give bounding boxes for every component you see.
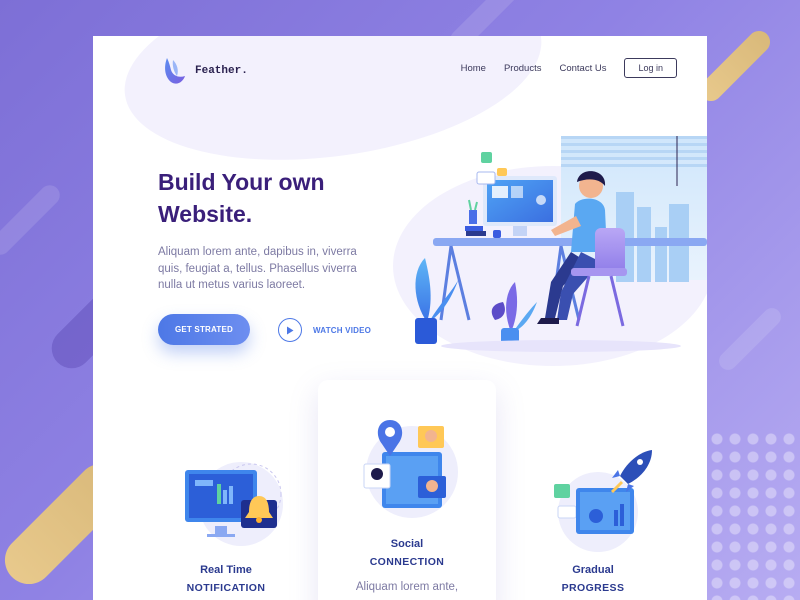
landing-page: Feather. Home Products Contact Us Log in…: [93, 36, 707, 600]
hero-title-line2: Website.: [158, 201, 253, 227]
feature-description: Aliquam lorem ante,: [355, 581, 459, 593]
hero-description: Aliquam lorem ante, dapibus in, viverra …: [158, 246, 357, 291]
brand-name: Feather.: [195, 65, 248, 77]
nav-contact[interactable]: Contact Us: [559, 63, 606, 74]
nav-home[interactable]: Home: [461, 63, 486, 74]
feather-logo-icon: [165, 58, 185, 84]
feature-title: Gradual: [572, 564, 614, 576]
bg-dot-grid: [708, 430, 800, 600]
watch-video-link[interactable]: WATCH VIDEO: [278, 318, 371, 342]
feature-subtitle: PROGRESS: [561, 582, 625, 594]
hero-title-line1: Build Your own: [158, 169, 325, 195]
monitor-bell-icon: [185, 462, 283, 546]
bg-gold-stick: [695, 26, 775, 106]
feature-card-social[interactable]: Social CONNECTION Aliquam lorem ante,: [318, 380, 496, 600]
brand-logo[interactable]: Feather.: [161, 56, 248, 86]
play-icon: [278, 318, 302, 342]
feature-title: Real Time: [200, 564, 252, 576]
rocket-chart-icon: [554, 450, 652, 552]
bg-light-pill: [0, 181, 64, 259]
location-people-icon: [363, 420, 458, 518]
feature-title: Social: [390, 538, 424, 550]
bg-light-pill: [715, 304, 785, 374]
login-button[interactable]: Log in: [624, 58, 677, 78]
feature-notification: Real Time NOTIFICATION: [151, 456, 301, 597]
feature-subtitle: CONNECTION: [369, 556, 445, 568]
feature-progress: Gradual PROGRESS: [518, 448, 668, 597]
feature-social: Social CONNECTION Aliquam lorem ante,: [332, 412, 482, 593]
workspace-illustration: [415, 136, 707, 352]
nav-products[interactable]: Products: [504, 63, 542, 74]
main-nav: Home Products Contact Us Log in: [461, 58, 677, 78]
feature-subtitle: NOTIFICATION: [186, 582, 266, 594]
get-started-button[interactable]: GET STRATED: [158, 314, 250, 345]
watch-video-label: WATCH VIDEO: [313, 325, 372, 335]
hero-title: Build Your own Website.: [158, 166, 388, 230]
